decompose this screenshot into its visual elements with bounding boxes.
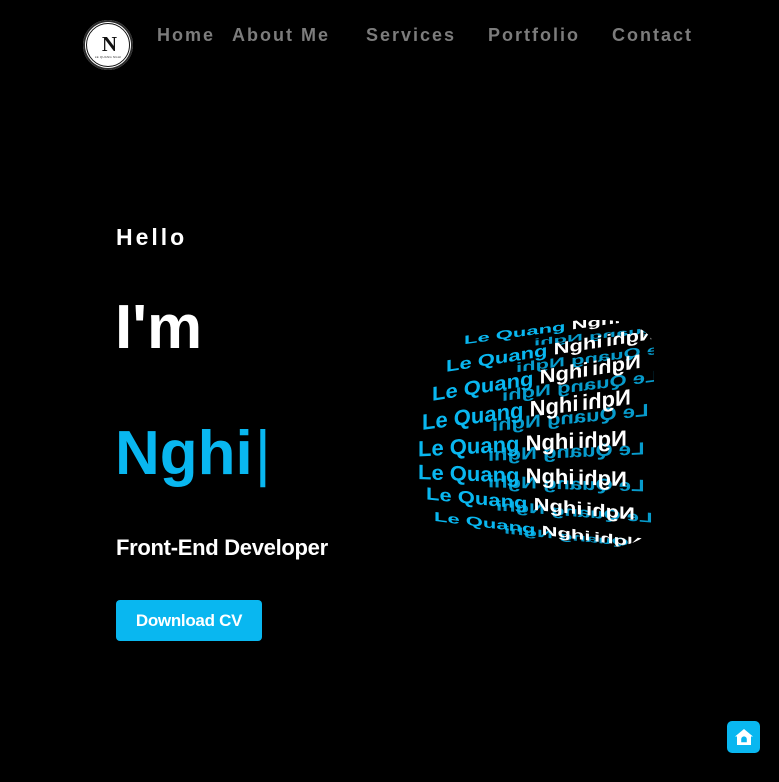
cylinder-text-mirror: Nghi (594, 529, 644, 548)
hero-role: Front-End Developer (116, 535, 328, 560)
nav-portfolio-link[interactable]: Portfolio (488, 24, 580, 47)
home-icon (734, 729, 753, 745)
hero-intro: I'm (115, 293, 203, 362)
nav-about-link[interactable]: About Me (231, 24, 331, 47)
cylinder-text-highlight: Nghi (525, 428, 575, 456)
home-fab-button[interactable] (727, 721, 760, 753)
cylinder-text-mirror: Nghi (578, 425, 628, 454)
page: N LE QUANG NGHI Home About Me Services P… (0, 0, 779, 782)
rotating-name-cylinder: Le Quang NghiLe Quang NghiNghiLe Quang N… (418, 320, 654, 548)
nav-services-link[interactable]: Services (366, 24, 456, 47)
hero-name-text: Nghi (115, 419, 253, 488)
site-logo[interactable]: N LE QUANG NGHI (83, 20, 133, 70)
hero-name: Nghi| (115, 414, 271, 494)
download-cv-button[interactable]: Download CV (116, 600, 262, 641)
nav-home-link[interactable]: Home (157, 24, 215, 47)
nav-contact-link[interactable]: Contact (612, 24, 693, 47)
hero-greeting: Hello (116, 224, 188, 250)
logo-ring (86, 23, 130, 67)
cylinder-text-highlight: Nghi (525, 463, 575, 490)
typing-cursor: | (254, 419, 271, 488)
cylinder-text-highlight: Nghi (541, 522, 591, 544)
cylinder-text-mirror: Nghi (578, 465, 628, 491)
